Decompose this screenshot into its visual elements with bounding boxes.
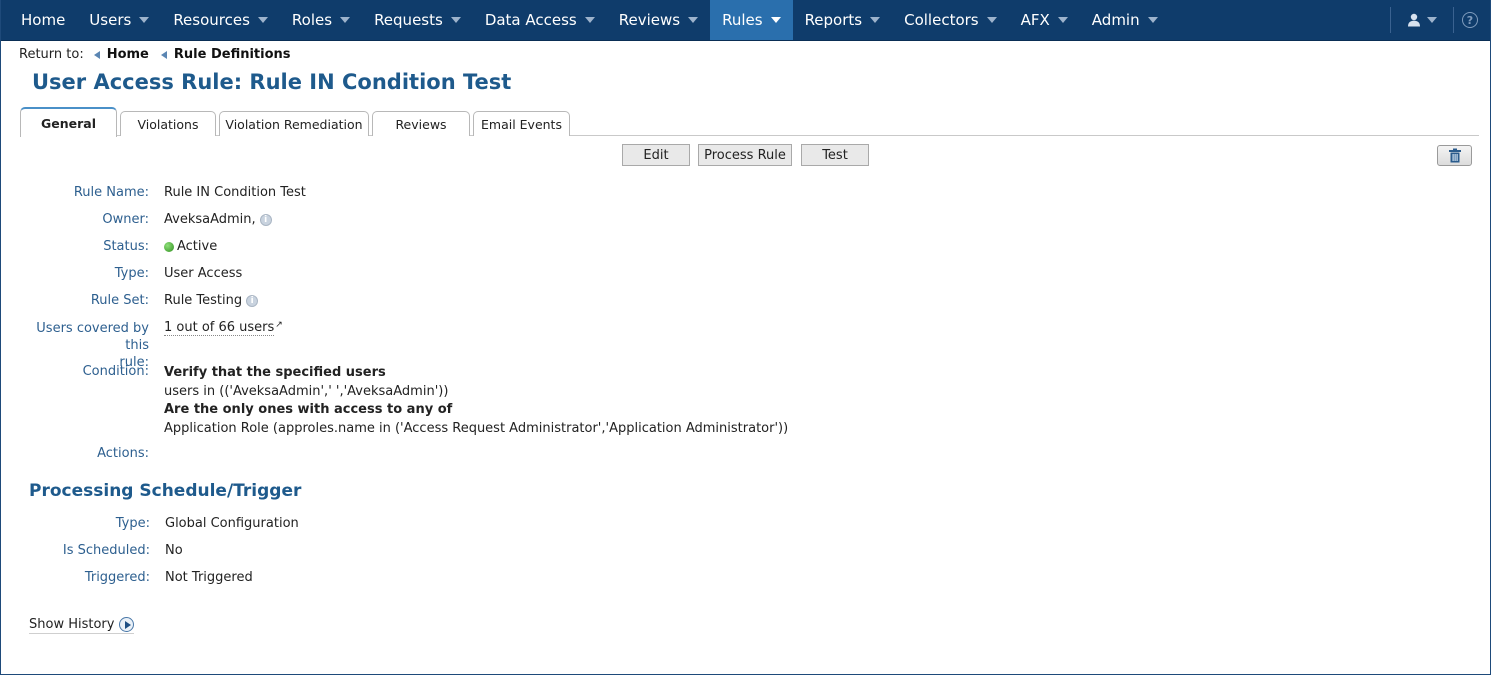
trash-icon [1448, 148, 1461, 163]
arrow-left-icon [160, 50, 167, 59]
status-value-wrap: Active [164, 239, 217, 254]
tab-email-events[interactable]: Email Events [473, 111, 570, 136]
nav-label: Resources [173, 11, 250, 29]
condition-label: Condition: [82, 364, 149, 379]
tab-violation-remediation[interactable]: Violation Remediation [219, 111, 369, 136]
owner-value: AveksaAdmin, [164, 212, 256, 227]
chevron-down-icon [450, 17, 461, 23]
type-value: User Access [164, 266, 243, 281]
user-icon [1408, 13, 1420, 27]
nav-label: Roles [291, 11, 333, 29]
nav-item-collectors[interactable]: Collectors [892, 0, 1009, 40]
status-label: Status: [103, 239, 149, 254]
edit-button[interactable]: Edit [622, 144, 690, 166]
nav-label: Users [89, 11, 132, 29]
condition-line: users in (('AveksaAdmin',' ','AveksaAdmi… [164, 383, 449, 399]
tab-general[interactable]: General [20, 107, 117, 137]
nav-label: Admin [1091, 11, 1140, 29]
nav-label: AFX [1020, 11, 1050, 29]
info-icon[interactable]: i [246, 294, 259, 307]
users-covered-label-line1: Users covered by this [36, 321, 149, 353]
tab-reviews[interactable]: Reviews [372, 111, 470, 136]
chevron-down-icon [257, 17, 268, 23]
type-label: Type: [114, 266, 149, 281]
nav-label: Requests [374, 11, 443, 29]
rule-set-label: Rule Set: [90, 293, 149, 308]
show-history-link[interactable]: Show History [29, 617, 135, 634]
tab-bar: General Violations Violation Remediation… [20, 107, 1479, 137]
nav-item-rules[interactable]: Rules [710, 0, 793, 40]
nav-label: Rules [722, 11, 763, 29]
section-title-schedule: Processing Schedule/Trigger [29, 481, 302, 501]
nav-item-requests[interactable]: Requests [362, 0, 473, 40]
nav-label: Collectors [904, 11, 979, 29]
triggered-value: Not Triggered [165, 570, 253, 585]
status-value: Active [177, 239, 218, 254]
test-button[interactable]: Test [801, 144, 869, 166]
condition-line: Verify that the specified users [164, 365, 386, 380]
process-rule-button[interactable]: Process Rule [698, 144, 792, 166]
help-icon[interactable]: ? [1462, 12, 1478, 28]
tab-violations[interactable]: Violations [120, 111, 216, 136]
chevron-down-icon [1427, 17, 1437, 23]
nav-item-admin[interactable]: Admin [1080, 0, 1170, 40]
schedule-type-value: Global Configuration [165, 516, 299, 531]
external-link-icon: ↗ [275, 320, 283, 330]
nav-item-users[interactable]: Users [77, 0, 161, 40]
delete-button[interactable] [1437, 145, 1472, 166]
chevron-down-icon [584, 17, 595, 23]
breadcrumb-label: Return to: [19, 47, 84, 62]
users-covered-value-wrap: 1 out of 66 users↗ [164, 320, 283, 336]
arrow-left-icon [93, 50, 100, 59]
owner-label: Owner: [102, 212, 149, 227]
nav-item-afx[interactable]: AFX [1009, 0, 1080, 40]
rule-set-value: Rule Testing [164, 293, 243, 308]
page-title: User Access Rule: Rule IN Condition Test [32, 70, 512, 94]
rule-set-value-wrap: Rule Testing i [164, 293, 259, 308]
nav-item-reports[interactable]: Reports [793, 0, 893, 40]
status-active-icon [164, 241, 174, 252]
nav-item-resources[interactable]: Resources [161, 0, 280, 40]
nav-label: Home [21, 11, 66, 29]
nav-label: Reports [804, 11, 863, 29]
triggered-label: Triggered: [84, 570, 150, 585]
breadcrumb-link-rule-definitions[interactable]: Rule Definitions [174, 47, 291, 62]
condition-line: Are the only ones with access to any of [164, 402, 453, 417]
nav-label: Data Access [484, 11, 577, 29]
play-circle-icon [119, 617, 135, 632]
nav-divider [1453, 7, 1454, 33]
users-covered-link[interactable]: 1 out of 66 users [164, 320, 275, 336]
chevron-down-icon [870, 17, 881, 23]
rule-name-label: Rule Name: [73, 185, 149, 200]
info-icon[interactable]: i [259, 213, 272, 226]
chevron-down-icon [688, 17, 699, 23]
actions-label: Actions: [97, 446, 149, 461]
breadcrumb: Return to: Home Rule Definitions [19, 47, 301, 62]
nav-right-group: ? [1380, 0, 1490, 40]
is-scheduled-value: No [165, 543, 183, 558]
nav-item-home[interactable]: Home [1, 0, 77, 40]
rule-name-value: Rule IN Condition Test [164, 185, 306, 200]
condition-value: Verify that the specified users users in… [164, 364, 788, 438]
nav-label: Reviews [618, 11, 681, 29]
nav-item-roles[interactable]: Roles [280, 0, 362, 40]
owner-value-wrap: AveksaAdmin, i [164, 212, 272, 227]
nav-divider [1390, 7, 1391, 33]
condition-line: Application Role (approles.name in ('Acc… [164, 420, 789, 436]
top-navigation-bar: Home Users Resources Roles Requests Data… [1, 0, 1490, 41]
breadcrumb-link-home[interactable]: Home [107, 47, 149, 62]
chevron-down-icon [1057, 17, 1068, 23]
schedule-type-label: Type: [115, 516, 150, 531]
chevron-down-icon [986, 17, 997, 23]
chevron-down-icon [340, 17, 351, 23]
chevron-down-icon [1147, 17, 1158, 23]
user-menu[interactable] [1401, 13, 1443, 27]
nav-item-reviews[interactable]: Reviews [607, 0, 710, 40]
chevron-down-icon [770, 17, 781, 23]
chevron-down-icon [139, 17, 150, 23]
show-history-label: Show History [29, 617, 115, 632]
nav-item-data-access[interactable]: Data Access [473, 0, 607, 40]
is-scheduled-label: Is Scheduled: [62, 543, 150, 558]
